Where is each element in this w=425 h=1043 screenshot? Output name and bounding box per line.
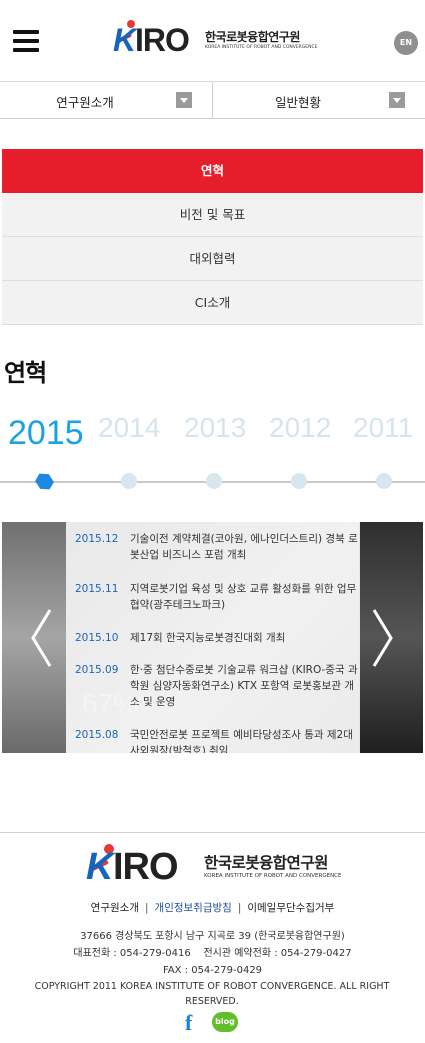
site-logo[interactable]: K IRO 한국로봇융합연구원 KOREA INSTITUTE OF ROBOT… bbox=[113, 20, 323, 60]
event-item: 2015.08 국민안전로봇 프로젝트 예비타당성조사 통과 제2대 사외원장(… bbox=[75, 727, 358, 753]
footer-logo-iro: IRO bbox=[113, 846, 179, 888]
footer-fax: FAX : 054-279-0429 bbox=[162, 965, 263, 976]
slider-photo-caption: 67% bbox=[82, 688, 139, 719]
prev-arrow-icon[interactable] bbox=[30, 608, 52, 668]
footer-link-email-policy[interactable]: 이메일무단수집거부 bbox=[247, 902, 334, 914]
year-tabs: 2015 2014 2013 2012 2011 bbox=[0, 406, 425, 456]
event-item: 2015.12 기술이전 계약체결(코아원, 에나인더스트리) 경북 로봇산업 … bbox=[75, 531, 358, 563]
year-tab-2014[interactable]: 2014 bbox=[98, 412, 160, 444]
dropdown-arrow-icon bbox=[176, 92, 192, 108]
sub-menu: 연혁 비전 및 목표 대외협력 CI소개 bbox=[2, 149, 423, 325]
timeline-dot-2015[interactable] bbox=[33, 470, 56, 493]
event-text: 한·중 첨단수중로봇 기술교류 워크샵 (KIRO-중국 과학원 심양자동화연구… bbox=[130, 664, 358, 708]
select-subsection[interactable]: 일반현황 bbox=[213, 82, 425, 118]
page-title: 연혁 bbox=[4, 359, 47, 387]
select-section[interactable]: 연구원소개 bbox=[0, 82, 213, 118]
footer-phones: 대표전화 : 054-279-0416 전시관 예약전화 : 054-279-0… bbox=[73, 948, 352, 959]
logo-korean-name: 한국로봇융합연구원 bbox=[205, 29, 300, 44]
footer-logo-mark: K IRO bbox=[86, 844, 198, 888]
event-item: 2015.10 제17회 한국지능로봇경진대회 개최 bbox=[75, 630, 358, 646]
event-text: 제17회 한국지능로봇경진대회 개최 bbox=[130, 632, 286, 644]
timeline-dot-2011[interactable] bbox=[376, 473, 392, 489]
footer-address: 37666 경상북도 포항시 남구 지곡로 39 (한국로봇융합연구원) bbox=[80, 931, 345, 942]
footer-link-privacy[interactable]: 개인정보취급방침 bbox=[155, 902, 232, 914]
event-text: 국민안전로봇 프로젝트 예비타당성조사 통과 제2대 사외원장(박철호) 취임 bbox=[130, 729, 353, 753]
timeline-dot-2012[interactable] bbox=[291, 473, 307, 489]
event-item: 2015.11 지역로봇기업 육성 및 상호 교류 활성화를 위한 업무협약(광… bbox=[75, 581, 358, 613]
timeline-dot-2013[interactable] bbox=[206, 473, 222, 489]
logo-mark: K IRO bbox=[113, 20, 199, 60]
footer-logo-k: K bbox=[86, 846, 114, 888]
submenu-item-history[interactable]: 연혁 bbox=[2, 149, 423, 193]
logo-k: K bbox=[113, 22, 137, 58]
event-text: 기술이전 계약체결(코아원, 에나인더스트리) 경북 로봇산업 비즈니스 포럼 … bbox=[130, 533, 358, 561]
year-tab-2011[interactable]: 2011 bbox=[353, 412, 413, 444]
history-slider: 2015.12 기술이전 계약체결(코아원, 에나인더스트리) 경북 로봇산업 … bbox=[2, 522, 423, 753]
footer-copyright: COPYRIGHT 2011 KOREA INSTITUTE OF ROBOT … bbox=[34, 981, 390, 1007]
event-date: 2015.10 bbox=[75, 632, 119, 644]
logo-english-name: KOREA INSTITUTE OF ROBOT AND CONVERGENCE bbox=[205, 44, 318, 50]
facebook-icon[interactable]: f bbox=[185, 1012, 199, 1034]
event-text: 지역로봇기업 육성 및 상호 교류 활성화를 위한 업무협약(광주테크노파크) bbox=[130, 583, 357, 611]
timeline-dot-2014[interactable] bbox=[121, 473, 137, 489]
submenu-item-vision[interactable]: 비전 및 목표 bbox=[2, 193, 423, 237]
blog-icon[interactable]: blog bbox=[212, 1012, 238, 1032]
select-section-label: 연구원소개 bbox=[56, 95, 114, 110]
select-subsection-label: 일반현황 bbox=[274, 95, 321, 110]
footer-logo-korean-name: 한국로봇융합연구원 bbox=[204, 854, 328, 872]
nav-selects: 연구원소개 일반현황 bbox=[0, 82, 425, 119]
year-tab-2012[interactable]: 2012 bbox=[269, 412, 331, 444]
language-button[interactable]: EN bbox=[394, 31, 418, 55]
submenu-item-ci[interactable]: CI소개 bbox=[2, 281, 423, 325]
site-header: K IRO 한국로봇융합연구원 KOREA INSTITUTE OF ROBOT… bbox=[0, 0, 425, 82]
logo-iro: IRO bbox=[135, 22, 190, 58]
event-date: 2015.11 bbox=[75, 583, 119, 595]
year-tab-2013[interactable]: 2013 bbox=[184, 412, 246, 444]
event-date: 2015.08 bbox=[75, 729, 119, 741]
footer-links: 연구원소개 | 개인정보취급방침 | 이메일무단수집거부 bbox=[90, 902, 335, 914]
event-date: 2015.12 bbox=[75, 533, 119, 545]
year-tab-2015[interactable]: 2015 bbox=[8, 414, 84, 453]
dropdown-arrow-icon bbox=[389, 92, 405, 108]
submenu-item-cooperation[interactable]: 대외협력 bbox=[2, 237, 423, 281]
next-arrow-icon[interactable] bbox=[372, 608, 394, 668]
menu-icon[interactable] bbox=[13, 30, 39, 52]
footer-logo[interactable]: K IRO 한국로봇융합연구원 KOREA INSTITUTE OF ROBOT… bbox=[86, 844, 346, 888]
footer-logo-english-name: KOREA INSTITUTE OF ROBOT AND CONVERGENCE bbox=[204, 873, 342, 879]
footer-link-about[interactable]: 연구원소개 bbox=[91, 902, 139, 914]
